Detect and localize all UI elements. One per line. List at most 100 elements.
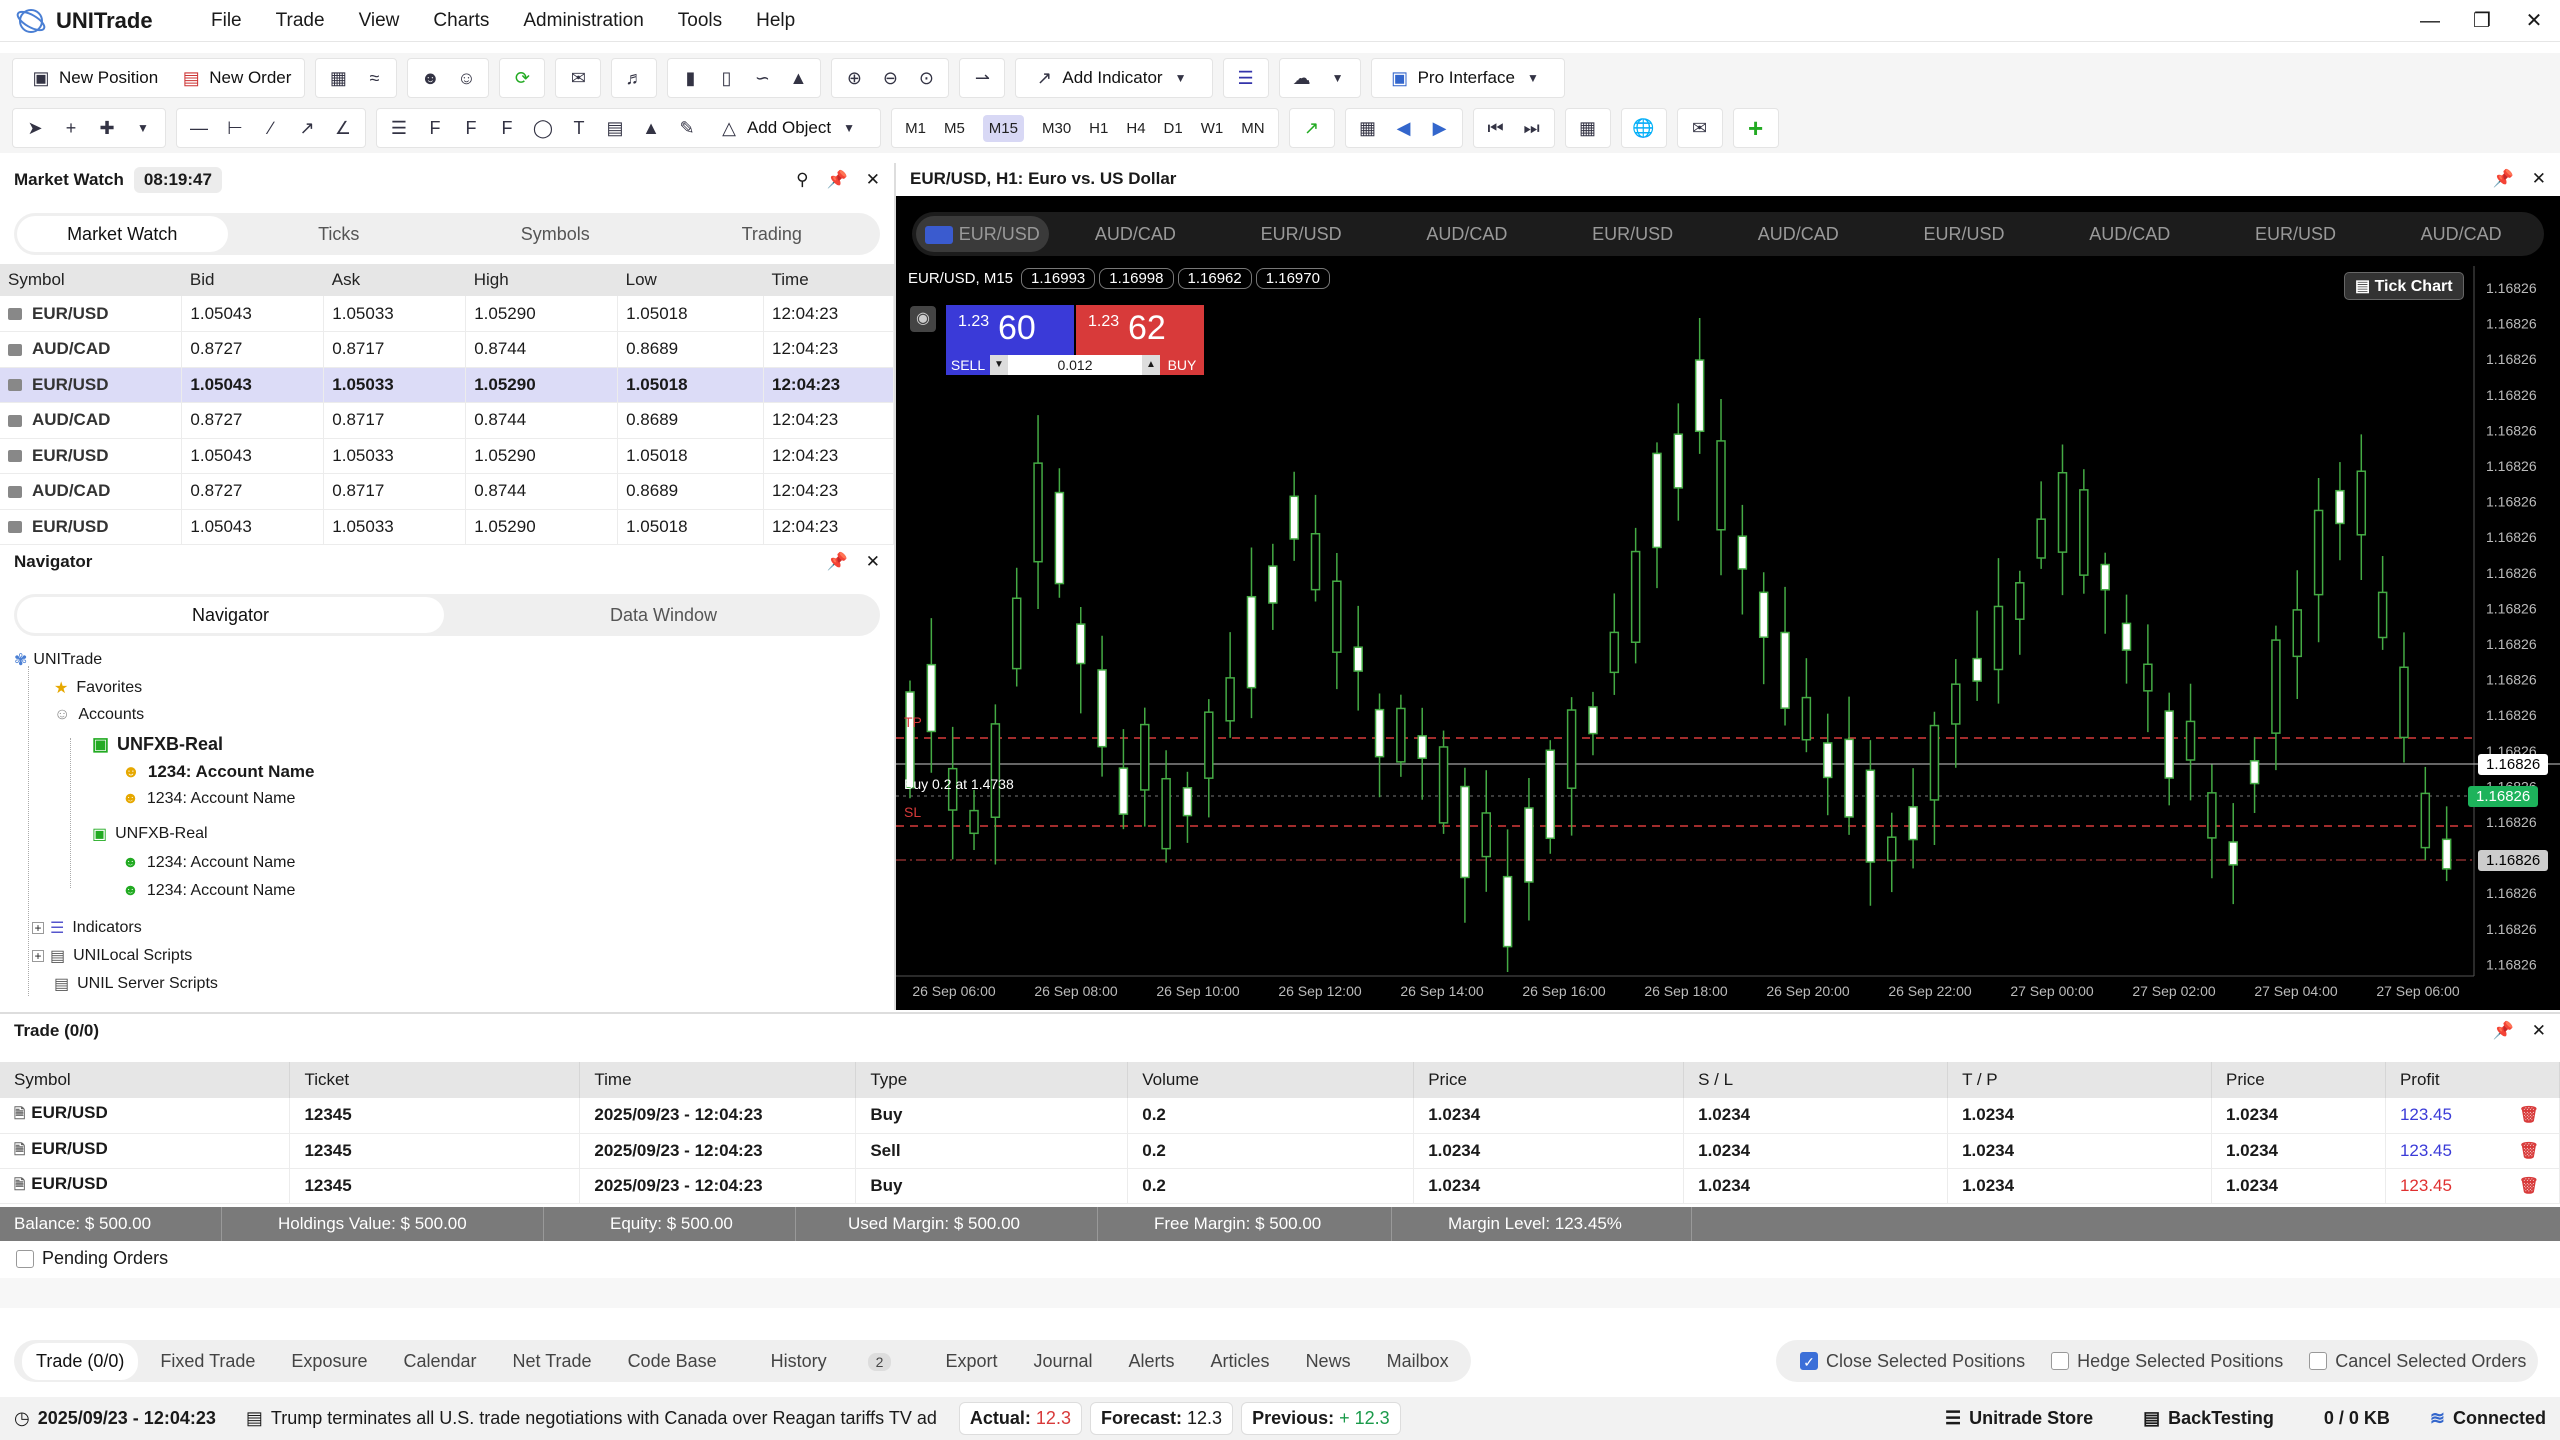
- globe-icon[interactable]: 🌐: [1631, 115, 1657, 141]
- market-watch-row[interactable]: AUD/CAD 0.8727 0.8717 0.8744 0.8689 12:04:23: [0, 331, 894, 368]
- tree-local-scripts[interactable]: + ▤ UNILocal Scripts: [32, 946, 192, 966]
- ray-icon[interactable]: ↗: [294, 115, 320, 141]
- col-time[interactable]: Time: [763, 264, 894, 296]
- tree-server-real-1[interactable]: ▣ UNFXB-Real: [92, 734, 223, 755]
- last-bar-icon[interactable]: ⏭: [1519, 115, 1545, 141]
- timeframe-h1[interactable]: H1: [1089, 120, 1108, 137]
- minimize-icon[interactable]: —: [2404, 0, 2456, 42]
- timeframe-m15[interactable]: M15: [982, 114, 1024, 142]
- layout-icon[interactable]: ☰: [1233, 65, 1259, 91]
- area-chart-icon[interactable]: ▲: [785, 65, 811, 91]
- pin-icon[interactable]: 📌: [2493, 1021, 2514, 1041]
- angle-line-icon[interactable]: ∠: [330, 115, 356, 141]
- pin-icon[interactable]: 📌: [827, 552, 848, 572]
- store-link[interactable]: Unitrade Store: [1969, 1408, 2093, 1429]
- market-watch-row[interactable]: EUR/USD 1.05043 1.05033 1.05290 1.05018 12:04…: [0, 296, 894, 332]
- market-watch-row[interactable]: EUR/USD 1.05043 1.05033 1.05290 1.05018 12:04…: [0, 438, 894, 474]
- tab-journal[interactable]: Journal: [1033, 1351, 1092, 1372]
- buy-button[interactable]: 1.23 62: [1076, 305, 1204, 355]
- trash-icon[interactable]: 🗑: [2519, 1105, 2539, 1125]
- timeframe-m5[interactable]: M5: [944, 120, 965, 137]
- trade-row[interactable]: 🗎 EUR/USD 12345 2025/09/23 - 12:04:23 Buy 0.2…: [0, 1168, 2560, 1204]
- search-icon[interactable]: ⚲: [796, 170, 808, 190]
- timeframe-d1[interactable]: D1: [1164, 120, 1183, 137]
- grid-icon[interactable]: ▦: [1355, 115, 1381, 141]
- user-link-icon[interactable]: ☺: [453, 65, 479, 91]
- menu-help[interactable]: Help: [756, 10, 795, 32]
- expand-pending-icon[interactable]: [16, 1249, 34, 1268]
- tab-export[interactable]: Export: [945, 1351, 997, 1372]
- col-current-price[interactable]: Price: [2211, 1062, 2386, 1098]
- arrow-left-icon[interactable]: ◀: [1391, 115, 1417, 141]
- trash-icon[interactable]: 🗑: [2519, 1176, 2539, 1196]
- sell-button[interactable]: 1.23 60: [946, 305, 1074, 355]
- col-high[interactable]: High: [465, 264, 618, 296]
- tab-alerts[interactable]: Alerts: [1129, 1351, 1175, 1372]
- close-icon[interactable]: ✕: [866, 552, 880, 572]
- add-object-button[interactable]: △ Add Object ▼: [705, 109, 874, 147]
- tab-exposure[interactable]: Exposure: [291, 1351, 367, 1372]
- tab-trading[interactable]: Trading: [667, 216, 878, 252]
- calculator-icon[interactable]: ▦: [1575, 115, 1601, 141]
- trade-row[interactable]: 🗎 EUR/USD 12345 2025/09/23 - 12:04:23 Buy 0.2…: [0, 1098, 2560, 1134]
- col-sl[interactable]: S / L: [1683, 1062, 1949, 1098]
- timeframe-w1[interactable]: W1: [1201, 120, 1224, 137]
- chart-tab-2[interactable]: AUD/CAD: [1053, 224, 1219, 245]
- crosshair-icon[interactable]: +: [58, 115, 84, 141]
- trash-icon[interactable]: 🗑: [2519, 1141, 2539, 1161]
- backtesting-link[interactable]: BackTesting: [2168, 1408, 2274, 1429]
- new-position-button[interactable]: ▣ New Position: [17, 59, 165, 97]
- mailbox-icon[interactable]: ✉: [1687, 115, 1713, 141]
- expand-icon[interactable]: +: [32, 950, 44, 962]
- tab-trade[interactable]: Trade (0/0): [22, 1342, 139, 1380]
- market-watch-row[interactable]: EUR/USD 1.05043 1.05033 1.05290 1.05018 12:04…: [0, 367, 894, 403]
- add-indicator-button[interactable]: ↗ Add Indicator ▼: [1020, 59, 1205, 97]
- timeframe-m1[interactable]: M1: [905, 120, 926, 137]
- cursor-icon[interactable]: ➤: [22, 115, 48, 141]
- tab-market-watch[interactable]: Market Watch: [17, 216, 228, 252]
- template-icon[interactable]: ☁: [1289, 65, 1315, 91]
- tree-accounts[interactable]: ☺ Accounts: [54, 706, 144, 724]
- chevron-down-icon[interactable]: ▼: [130, 115, 156, 141]
- horizontal-line-icon[interactable]: —: [186, 115, 212, 141]
- col-volume[interactable]: Volume: [1127, 1062, 1415, 1098]
- tree-server-scripts[interactable]: ▤ UNIL Server Scripts: [54, 974, 218, 994]
- market-watch-row[interactable]: AUD/CAD 0.8727 0.8717 0.8744 0.8689 12:04:23: [0, 402, 894, 439]
- menu-tools[interactable]: Tools: [678, 10, 722, 32]
- line-chart-icon[interactable]: ∽: [749, 65, 775, 91]
- shape-icon[interactable]: ◯: [530, 115, 556, 141]
- refresh-icon[interactable]: ⟳: [509, 65, 535, 91]
- tab-data-window[interactable]: Data Window: [450, 597, 877, 633]
- label-icon[interactable]: ▤: [602, 115, 628, 141]
- close-icon[interactable]: ✕: [2532, 1021, 2546, 1041]
- col-type[interactable]: Type: [855, 1062, 1129, 1098]
- zoom-fit-icon[interactable]: ⊙: [913, 65, 939, 91]
- tab-navigator[interactable]: Navigator: [17, 597, 444, 633]
- chevron-down-icon[interactable]: ▼: [1325, 65, 1351, 91]
- tab-symbols[interactable]: Symbols: [450, 216, 661, 252]
- menu-trade[interactable]: Trade: [276, 10, 325, 32]
- first-bar-icon[interactable]: ⏮: [1483, 115, 1509, 141]
- fibo-arc-icon[interactable]: F: [494, 115, 520, 141]
- col-ticket[interactable]: Ticket: [289, 1062, 581, 1098]
- close-icon[interactable]: ✕: [2532, 169, 2546, 189]
- tree-account-3[interactable]: ☻ 1234: Account Name: [122, 854, 295, 872]
- zoom-out-icon[interactable]: ⊖: [877, 65, 903, 91]
- fibonacci-icon[interactable]: F: [422, 115, 448, 141]
- tab-history[interactable]: History 2: [753, 1351, 910, 1372]
- zoom-in-icon[interactable]: ⊕: [841, 65, 867, 91]
- hedge-selected-checkbox[interactable]: [2051, 1352, 2070, 1370]
- crosshair-alt-icon[interactable]: ✚: [94, 115, 120, 141]
- close-selected-checkbox[interactable]: ✓: [1800, 1352, 1818, 1370]
- mail-icon[interactable]: ✉: [565, 65, 591, 91]
- bar-chart-icon[interactable]: ▮: [677, 65, 703, 91]
- vertical-line-icon[interactable]: ⊢: [222, 115, 248, 141]
- timeframe-mn[interactable]: MN: [1241, 120, 1264, 137]
- tab-ticks[interactable]: Ticks: [234, 216, 445, 252]
- tab-fixed-trade[interactable]: Fixed Trade: [160, 1351, 255, 1372]
- eye-icon[interactable]: ◉: [910, 306, 936, 332]
- tree-indicators[interactable]: + ☰ Indicators: [32, 918, 142, 938]
- pro-interface-button[interactable]: ▣ Pro Interface ▼: [1375, 59, 1557, 97]
- signal-icon[interactable]: ≈: [361, 65, 387, 91]
- chart-tab-10[interactable]: AUD/CAD: [2378, 224, 2544, 245]
